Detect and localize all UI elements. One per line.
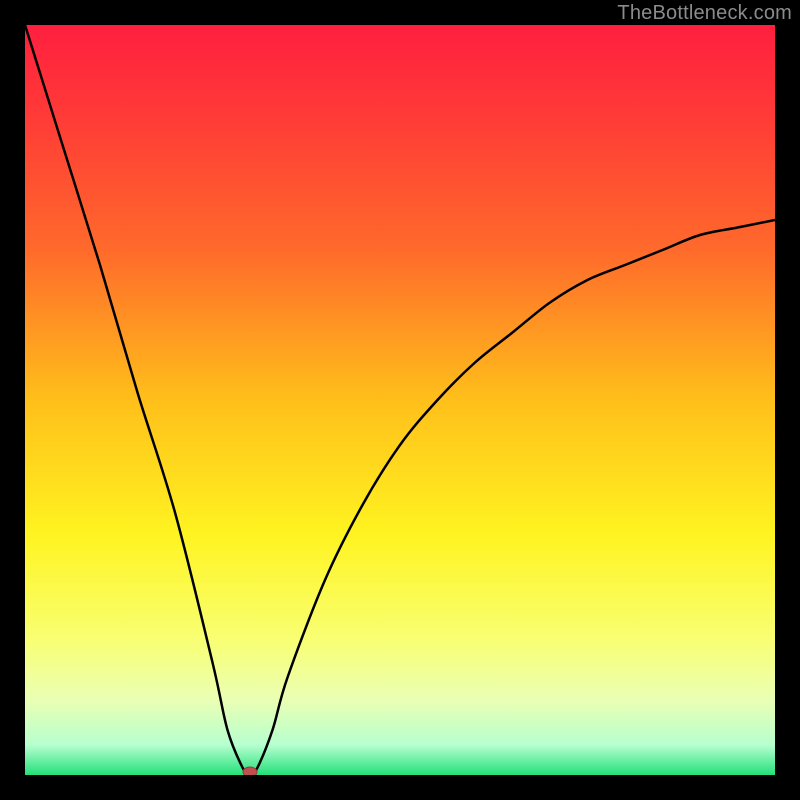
optimal-point-marker — [243, 767, 257, 775]
outer-frame: TheBottleneck.com — [0, 0, 800, 800]
chart-svg — [25, 25, 775, 775]
chart-area — [25, 25, 775, 775]
watermark-text: TheBottleneck.com — [617, 2, 792, 25]
gradient-background — [25, 25, 775, 775]
